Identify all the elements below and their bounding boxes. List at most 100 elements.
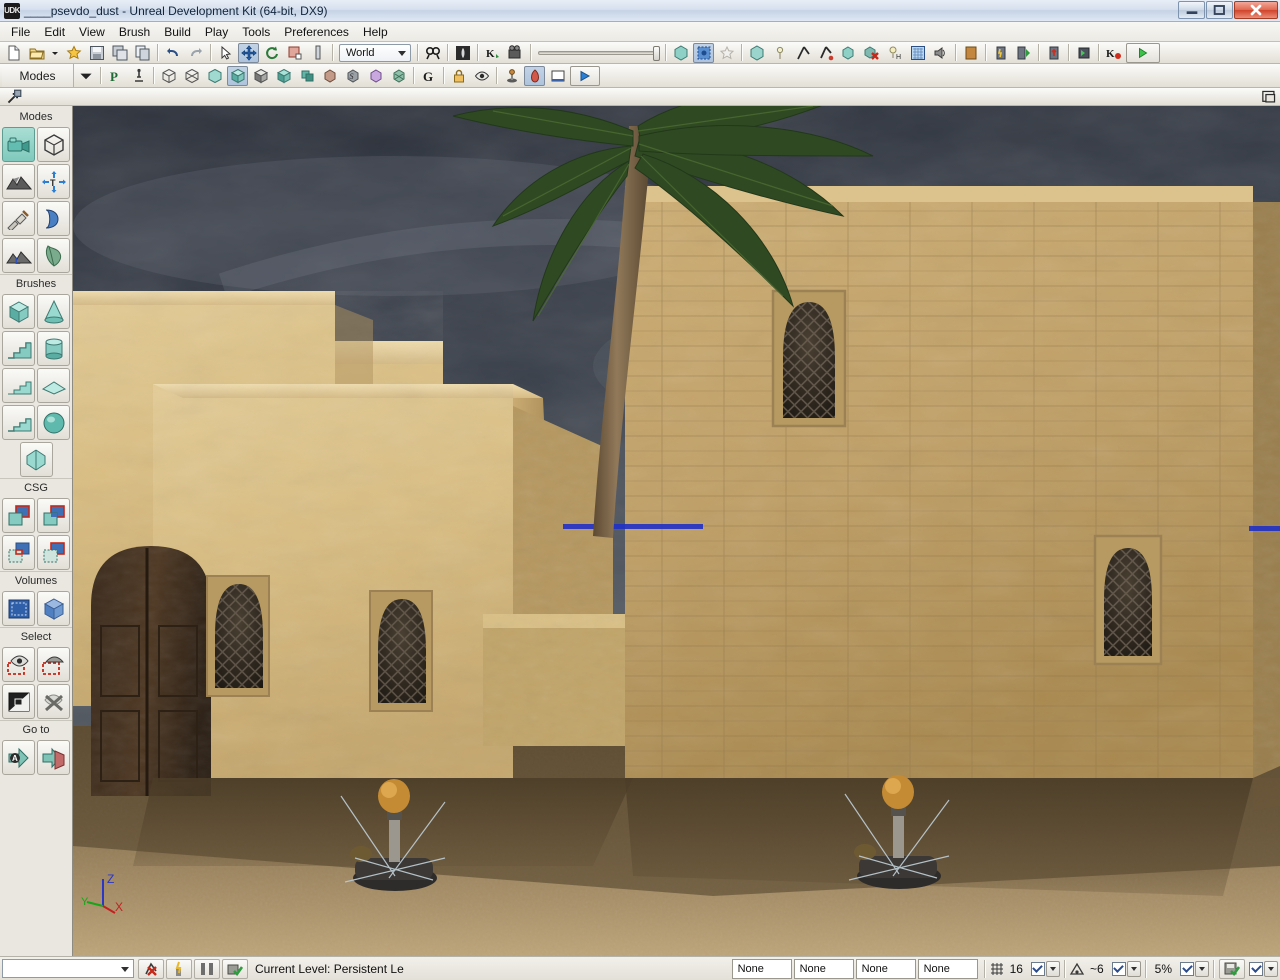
csg-deintersect-icon[interactable] (37, 535, 70, 570)
game-view-g-icon[interactable]: G (418, 66, 439, 86)
favorite-outline-icon[interactable] (716, 43, 737, 63)
search-icon[interactable] (422, 43, 443, 63)
brush-sphere-icon[interactable] (37, 405, 70, 440)
clear-paths-icon[interactable] (138, 958, 164, 979)
slider-thumb[interactable] (653, 45, 660, 61)
menu-edit[interactable]: Edit (37, 23, 72, 41)
path-build-icon[interactable] (792, 43, 813, 63)
build-all-icon[interactable] (960, 43, 981, 63)
lighting-only-icon[interactable] (273, 66, 294, 86)
minimize-button[interactable] (1178, 1, 1205, 19)
build-geometry-icon[interactable] (1013, 43, 1034, 63)
kismet-icon[interactable]: K (482, 43, 503, 63)
grid-snap-checkbox[interactable] (1030, 961, 1045, 976)
mode-foliage-icon[interactable] (37, 238, 70, 273)
build-paths-icon[interactable] (1043, 43, 1064, 63)
open-file-icon[interactable] (26, 43, 47, 63)
status-field-rotation-grid[interactable]: None (793, 958, 854, 979)
build-cover-icon[interactable] (1073, 43, 1094, 63)
camera-speed-slider[interactable] (538, 45, 660, 61)
mode-landscape-icon[interactable]: L (2, 238, 35, 273)
sound-icon[interactable] (930, 43, 951, 63)
scale-snap-checkbox[interactable] (1180, 961, 1194, 976)
autosave-checkbox[interactable] (1249, 961, 1263, 976)
texture-density-icon[interactable] (319, 66, 340, 86)
brush-cube-icon[interactable] (2, 294, 35, 329)
brush-stairs-linear-icon[interactable] (2, 331, 35, 366)
select-hide-icon[interactable] (37, 647, 70, 682)
matinee-icon[interactable] (505, 43, 526, 63)
light-complexity-icon[interactable] (296, 66, 317, 86)
volume-blocking-icon[interactable] (37, 591, 70, 626)
volume-box-icon[interactable] (670, 43, 691, 63)
path-rebuild-icon[interactable] (815, 43, 836, 63)
float-window-icon[interactable] (1258, 87, 1279, 107)
realtime-eye-icon[interactable] (471, 66, 492, 86)
prefab-p-icon[interactable]: P (105, 66, 126, 86)
lit-icon[interactable] (227, 65, 248, 86)
favorite-star-icon[interactable] (63, 43, 84, 63)
goto-brush-icon[interactable] (37, 740, 70, 775)
menu-file[interactable]: File (4, 23, 37, 41)
mode-terrain-icon[interactable] (2, 164, 35, 199)
play-viewport-icon[interactable] (570, 65, 600, 86)
csg-intersect-icon[interactable] (2, 535, 35, 570)
select-none-icon[interactable] (37, 684, 70, 719)
brush-cone-icon[interactable] (37, 294, 70, 329)
unlit-icon[interactable] (204, 66, 225, 86)
menu-build[interactable]: Build (157, 23, 198, 41)
light-point-icon[interactable] (769, 43, 790, 63)
save-all-icon[interactable] (109, 43, 130, 63)
undock-icon[interactable] (3, 87, 24, 107)
select-cursor-icon[interactable] (215, 43, 236, 63)
status-field-drag-grid[interactable]: None (731, 958, 792, 979)
scale-snap-dropdown[interactable] (1195, 960, 1209, 977)
redo-icon[interactable] (185, 43, 206, 63)
shader-complexity-icon[interactable]: S (342, 66, 363, 86)
angle-snap-checkbox[interactable] (1111, 961, 1126, 976)
lighting-preview-icon[interactable] (524, 65, 545, 86)
coordinate-system-dropdown[interactable]: World (339, 43, 411, 62)
menu-play[interactable]: Play (198, 23, 235, 41)
scale-nonuniform-icon[interactable] (307, 43, 328, 63)
lightmass-icon[interactable]: H (884, 43, 905, 63)
menu-brush[interactable]: Brush (112, 23, 157, 41)
status-field-camera-speed[interactable]: None (917, 958, 978, 979)
autosave-ok-icon[interactable] (1219, 958, 1245, 979)
brush-sheet-icon[interactable] (37, 368, 70, 403)
mode-static-mesh-icon[interactable] (37, 201, 70, 236)
csg-subtract-icon[interactable] (37, 498, 70, 533)
save-icon[interactable] (86, 43, 107, 63)
grid-snap-icon[interactable] (693, 42, 714, 63)
menu-help[interactable]: Help (356, 23, 395, 41)
mode-mesh-paint-icon[interactable] (2, 201, 35, 236)
mode-camera-icon[interactable] (2, 127, 35, 162)
perspective-viewport[interactable]: Z Y X (73, 106, 1280, 956)
build-lighting-icon[interactable] (990, 43, 1011, 63)
terrain-icon[interactable] (907, 43, 928, 63)
package-ok-icon[interactable] (222, 958, 248, 979)
scale-icon[interactable] (284, 43, 305, 63)
csg-add-icon[interactable] (2, 498, 35, 533)
build-lighting-icon[interactable] (166, 958, 192, 979)
new-file-icon[interactable] (3, 43, 24, 63)
lock-icon[interactable] (448, 66, 469, 86)
select-invert-icon[interactable] (2, 684, 35, 719)
select-show-icon[interactable] (2, 647, 35, 682)
brush-tesselated-plane-icon[interactable] (19, 442, 53, 477)
mode-texture-icon[interactable]: T (37, 164, 70, 199)
lighting-icon[interactable] (746, 43, 767, 63)
brush-wireframe-icon[interactable] (181, 66, 202, 86)
autosave-dropdown[interactable] (1264, 960, 1278, 977)
lit-detail-icon[interactable] (250, 66, 271, 86)
wireframe-icon[interactable] (158, 66, 179, 86)
status-field-scale-grid[interactable]: None (855, 958, 916, 979)
clear-paths-icon[interactable] (861, 43, 882, 63)
open-dropdown-icon[interactable] (49, 43, 61, 63)
undo-icon[interactable] (162, 43, 183, 63)
rotate-icon[interactable] (261, 43, 282, 63)
brush-spiral-stairs-icon[interactable] (2, 405, 35, 440)
volume-add-icon[interactable] (2, 591, 35, 626)
grid-snap-dropdown[interactable] (1045, 960, 1060, 977)
viewport-maximize-icon[interactable] (547, 66, 568, 86)
